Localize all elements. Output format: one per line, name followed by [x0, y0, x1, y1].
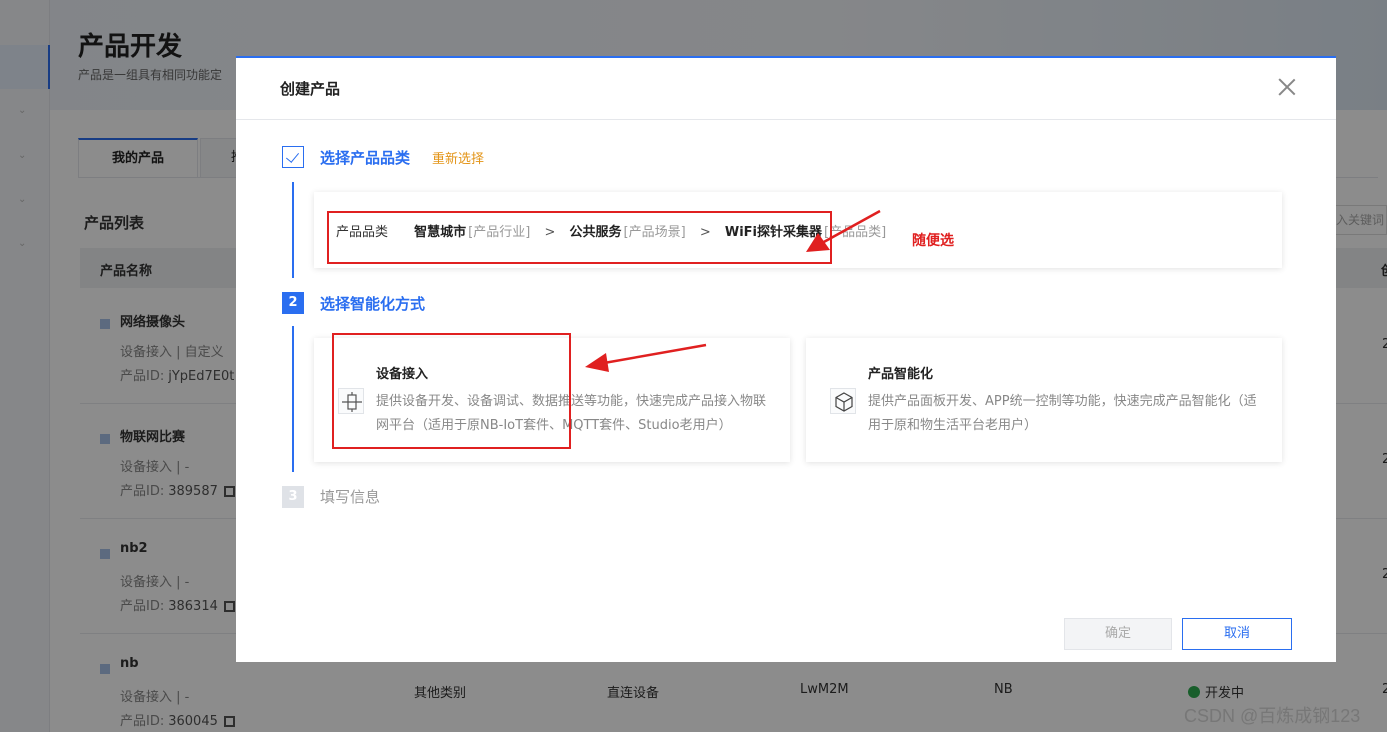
annotation-note: 随便选 [912, 233, 954, 249]
option-description: 提供产品面板开发、APP统一控制等功能，快速完成产品智能化（适用于原和物生活平台… [868, 394, 1257, 433]
cube-icon [830, 388, 856, 414]
cancel-button[interactable]: 取消 [1182, 618, 1292, 650]
option-product-intelligence[interactable]: 产品智能化 提供产品面板开发、APP统一控制等功能，快速完成产品智能化（适用于原… [806, 338, 1282, 462]
close-icon[interactable] [1276, 76, 1298, 98]
step-connector [292, 182, 294, 278]
step1-done-check-icon [282, 146, 304, 168]
annotation-box-device-access [332, 333, 571, 449]
step1-label: 选择产品品类 [320, 149, 411, 167]
reselect-link[interactable]: 重新选择 [432, 148, 484, 167]
step2-number: 2 [282, 292, 304, 314]
step3-number: 3 [282, 486, 304, 508]
annotation-box-category [327, 211, 832, 264]
option-title: 产品智能化 [868, 367, 934, 382]
step2-label: 选择智能化方式 [320, 295, 426, 313]
category-type-tag: [产品品类] [824, 225, 887, 240]
watermark: CSDN @百炼成钢123 [1184, 706, 1361, 726]
step3-label: 填写信息 [320, 488, 381, 506]
dialog-header: 创建产品 [236, 58, 1336, 120]
dialog-title: 创建产品 [280, 80, 341, 98]
confirm-button[interactable]: 确定 [1064, 618, 1172, 650]
step-connector [292, 326, 294, 472]
